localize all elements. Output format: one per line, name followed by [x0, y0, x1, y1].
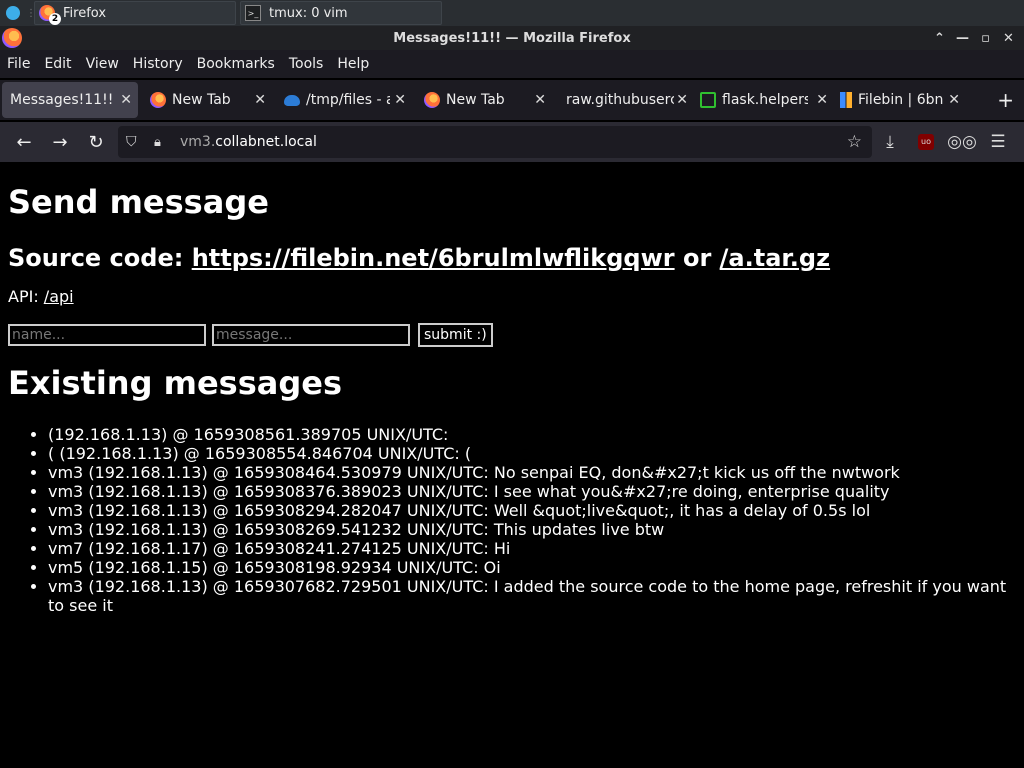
- reload-icon: ↻: [88, 131, 104, 153]
- menu-file[interactable]: File: [0, 56, 37, 72]
- url-text[interactable]: vm3.collabnet.local: [180, 134, 317, 150]
- new-tab-button[interactable]: +: [997, 88, 1014, 112]
- tab-label: Filebin | 6bn: [858, 92, 944, 108]
- message-item: vm5 (192.168.1.15) @ 1659308198.92934 UN…: [48, 558, 1016, 577]
- extension-spy-icon[interactable]: ◎◎: [944, 132, 980, 152]
- menu-history[interactable]: History: [126, 56, 190, 72]
- firefox-icon[interactable]: [2, 28, 22, 48]
- taskbar-task-firefox[interactable]: 2 Firefox: [34, 1, 236, 25]
- message-item: vm3 (192.168.1.13) @ 1659308294.282047 U…: [48, 501, 1016, 520]
- close-tab-icon[interactable]: ✕: [948, 92, 960, 108]
- taskbar-task-tmux[interactable]: >_ tmux: 0 vim: [240, 1, 442, 25]
- tab-label: flask.helpers: [722, 92, 808, 108]
- menu-edit[interactable]: Edit: [37, 56, 78, 72]
- filebin-link[interactable]: https://filebin.net/6brulmlwflikgqwr: [192, 244, 675, 272]
- tab-label: raw.githubuserc: [566, 92, 674, 108]
- taskbar-task-label: tmux: 0 vim: [269, 5, 348, 21]
- taskbar-task-label: Firefox: [63, 5, 107, 21]
- firefox-icon: [150, 92, 166, 108]
- close-icon[interactable]: ✕: [997, 31, 1020, 46]
- menu-bookmarks[interactable]: Bookmarks: [190, 56, 282, 72]
- url-prefix: vm3.: [180, 134, 216, 150]
- api-link[interactable]: /api: [44, 287, 74, 306]
- forward-arrow-icon: →: [52, 131, 68, 153]
- tab-flask-helpers[interactable]: flask.helpers ✕: [694, 82, 834, 118]
- message-item: vm3 (192.168.1.13) @ 1659307682.729501 U…: [48, 577, 1016, 615]
- keep-above-icon[interactable]: ⌃: [928, 31, 951, 46]
- message-form: submit :): [8, 323, 1016, 347]
- tab-new-tab-2[interactable]: New Tab ✕: [412, 82, 552, 118]
- app-launcher-button[interactable]: [0, 0, 26, 26]
- reload-button[interactable]: ↻: [78, 124, 114, 160]
- launcher-icon: [6, 6, 20, 20]
- message-item: vm3 (192.168.1.13) @ 1659308376.389023 U…: [48, 482, 1016, 501]
- forward-button[interactable]: →: [42, 124, 78, 160]
- filebin-icon: [840, 92, 852, 108]
- cloud-icon: [284, 94, 300, 106]
- existing-messages-heading: Existing messages: [8, 364, 342, 402]
- api-label: API:: [8, 287, 44, 306]
- back-button[interactable]: ←: [6, 124, 42, 160]
- submit-button[interactable]: submit :): [418, 323, 493, 347]
- message-input[interactable]: [212, 324, 410, 346]
- close-tab-icon[interactable]: ✕: [676, 92, 688, 108]
- window-count-badge: 2: [49, 13, 61, 25]
- message-item: (192.168.1.13) @ 1659308561.389705 UNIX/…: [48, 425, 1016, 444]
- close-tab-icon[interactable]: ✕: [120, 92, 132, 108]
- flask-docs-icon: [700, 92, 716, 108]
- taskbar-separator: ⋮: [26, 7, 36, 19]
- message-item: vm3 (192.168.1.13) @ 1659308269.541232 U…: [48, 520, 1016, 539]
- url-bar[interactable]: ⛉ 🔒︎ vm3.collabnet.local ☆: [118, 126, 872, 158]
- window-titlebar: Messages!11!! — Mozilla Firefox ⌃ — ▫ ✕: [0, 26, 1024, 50]
- menu-view[interactable]: View: [79, 56, 126, 72]
- messages-list: (192.168.1.13) @ 1659308561.389705 UNIX/…: [8, 425, 1016, 615]
- close-tab-icon[interactable]: ✕: [394, 92, 406, 108]
- tarball-link[interactable]: /a.tar.gz: [720, 244, 830, 272]
- tab-label: /tmp/files - a: [306, 92, 390, 108]
- tracking-protection-shield-icon[interactable]: ⛉: [126, 134, 146, 150]
- tab-label: New Tab: [446, 92, 505, 108]
- tab-new-tab-1[interactable]: New Tab ✕: [138, 82, 272, 118]
- taskbar: ⋮ 2 Firefox >_ tmux: 0 vim: [0, 0, 1024, 26]
- api-line: API: /api: [8, 287, 1016, 307]
- firefox-icon: [424, 92, 440, 108]
- tab-strip: Messages!11!! ✕ New Tab ✕ /tmp/files - a…: [0, 80, 1024, 120]
- tab-raw-github[interactable]: raw.githubuserc ✕: [552, 82, 694, 118]
- url-host: collabnet.local: [215, 134, 317, 150]
- toolbar-right: ⤓ uo ◎◎ ☰: [872, 122, 1016, 162]
- tab-label: New Tab: [172, 92, 231, 108]
- page-content: Send message Source code: https://filebi…: [8, 162, 1016, 768]
- window-controls: ⌃ — ▫ ✕: [928, 26, 1020, 50]
- hamburger-menu-icon[interactable]: ☰: [980, 132, 1016, 152]
- tab-messages[interactable]: Messages!11!! ✕: [2, 82, 138, 118]
- source-code-label: Source code:: [8, 244, 192, 272]
- name-input[interactable]: [8, 324, 206, 346]
- bookmark-star-icon[interactable]: ☆: [847, 132, 862, 152]
- terminal-icon: >_: [245, 5, 261, 21]
- downloads-icon[interactable]: ⤓: [872, 132, 908, 152]
- menu-tools[interactable]: Tools: [282, 56, 331, 72]
- source-code-heading: Source code: https://filebin.net/6brulml…: [8, 243, 1016, 273]
- back-arrow-icon: ←: [16, 131, 32, 153]
- lock-icon[interactable]: 🔒︎: [154, 135, 174, 150]
- source-or-text: or: [674, 244, 720, 272]
- tab-filebin[interactable]: Filebin | 6bn ✕: [834, 82, 966, 118]
- message-item: vm3 (192.168.1.13) @ 1659308464.530979 U…: [48, 463, 1016, 482]
- close-tab-icon[interactable]: ✕: [254, 92, 266, 108]
- window-title: Messages!11!! — Mozilla Firefox: [393, 30, 631, 46]
- tab-label: Messages!11!!: [10, 92, 114, 108]
- tab-tmp-files[interactable]: /tmp/files - a ✕: [272, 82, 412, 118]
- page-title: Send message: [8, 183, 269, 221]
- message-item: vm7 (192.168.1.17) @ 1659308241.274125 U…: [48, 539, 1016, 558]
- firefox-icon: 2: [39, 5, 61, 25]
- navigation-bar: ← → ↻ ⛉ 🔒︎ vm3.collabnet.local ☆ ⤓ uo ◎◎…: [0, 122, 1024, 162]
- close-tab-icon[interactable]: ✕: [816, 92, 828, 108]
- menu-bar: File Edit View History Bookmarks Tools H…: [0, 50, 1024, 78]
- maximize-icon[interactable]: ▫: [974, 31, 997, 46]
- menu-help[interactable]: Help: [330, 56, 376, 72]
- minimize-icon[interactable]: —: [951, 31, 974, 46]
- message-item: ( (192.168.1.13) @ 1659308554.846704 UNI…: [48, 444, 1016, 463]
- ublock-origin-icon[interactable]: uo: [918, 134, 934, 150]
- close-tab-icon[interactable]: ✕: [534, 92, 546, 108]
